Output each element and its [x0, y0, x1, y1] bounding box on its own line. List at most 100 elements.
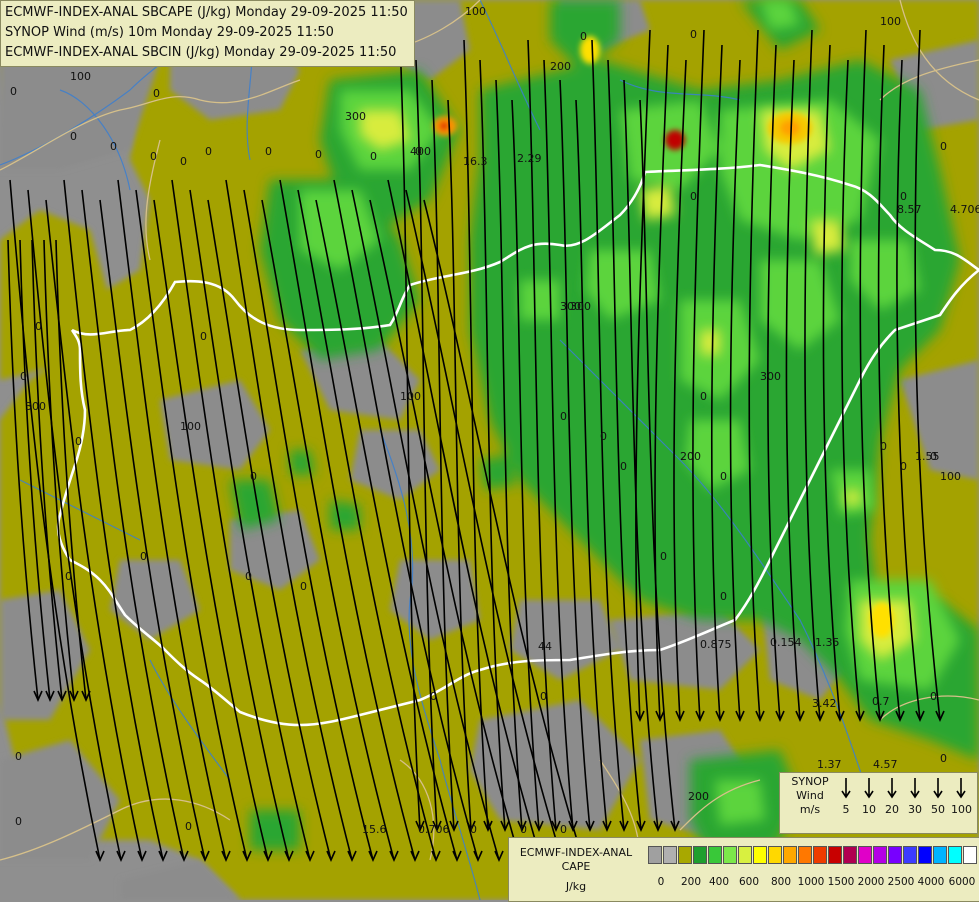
weather-map[interactable]: 1001001000 00 0 0 0 016.3 2.290 020030030040000…: [0, 0, 979, 900]
map-value-label: 100: [465, 5, 486, 18]
map-value-label: 0: [470, 823, 477, 836]
map-value-label: 4.706: [950, 203, 979, 216]
map-value-label: 0.875: [700, 638, 732, 651]
map-value-label: 0: [265, 145, 272, 158]
map-value-label: 100: [880, 15, 901, 28]
map-value-label: 4.57: [873, 758, 898, 771]
map-value-label: 0: [720, 590, 727, 603]
map-value-label: 0: [245, 570, 252, 583]
wind-legend-label: SYNOP Wind m/s: [791, 775, 829, 816]
cape-legend-tick: 0: [657, 876, 665, 888]
wind-legend-speed: 5: [842, 803, 850, 816]
map-value-label: 0: [430, 690, 437, 703]
wind-legend-speed: 100: [951, 803, 972, 816]
title-line-cin: ECMWF-INDEX-ANAL SBCIN (J/kg) Monday 29-…: [5, 45, 397, 60]
map-value-label: 0: [35, 320, 42, 333]
cape-legend-tick: 600: [738, 876, 760, 888]
map-value-label: 0: [15, 815, 22, 828]
cape-legend-swatch: [933, 846, 947, 864]
wind-legend-speed: 30: [908, 803, 922, 816]
map-value-label: 0: [560, 410, 567, 423]
map-value-label: 100: [940, 470, 961, 483]
map-value-label: 8.57: [897, 203, 922, 216]
map-value-label: 300: [25, 400, 46, 413]
cape-legend-swatch: [663, 846, 677, 864]
wind-legend-arrow: 50: [928, 777, 948, 816]
cape-legend-swatch: [873, 846, 887, 864]
map-value-label: 1.37: [817, 758, 842, 771]
map-value-label: 44: [538, 640, 552, 653]
map-value-label: 3.42: [812, 697, 837, 710]
cape-legend-tick: 1000: [797, 876, 825, 888]
cape-legend-swatch: [813, 846, 827, 864]
map-value-label: 400: [410, 145, 431, 158]
cape-legend-tick: 200: [680, 876, 702, 888]
map-value-label: 0: [700, 390, 707, 403]
wind-legend-arrow: 30: [905, 777, 925, 816]
cape-legend-swatch: [843, 846, 857, 864]
map-value-label: 0: [75, 435, 82, 448]
wind-legend-speed: 20: [885, 803, 899, 816]
map-value-label: 0: [720, 470, 727, 483]
cape-legend-swatch: [963, 846, 977, 864]
map-value-label: 0: [315, 148, 322, 161]
map-title-box: ECMWF-INDEX-ANAL SBCAPE (J/kg) Monday 29…: [0, 0, 415, 67]
map-value-label: 100: [400, 390, 421, 403]
map-value-label: 0: [150, 150, 157, 163]
cape-legend-tick: 800: [770, 876, 792, 888]
map-value-label: 0: [205, 145, 212, 158]
map-value-label: 200: [680, 450, 701, 463]
map-value-label: 100: [180, 420, 201, 433]
map-value-label: 0: [540, 690, 547, 703]
cape-legend-swatch: [948, 846, 962, 864]
map-value-label: 0: [900, 460, 907, 473]
map-value-label: 0: [10, 85, 17, 98]
wind-legend: SYNOP Wind m/s 5 10 20 30 50 100: [779, 772, 978, 834]
map-value-label: 1.55: [915, 450, 940, 463]
title-line-wind: SYNOP Wind (m/s) 10m Monday 29-09-2025 1…: [5, 25, 334, 40]
map-value-label: 0.154: [770, 636, 802, 649]
wind-legend-arrow: 5: [836, 777, 856, 816]
map-value-label: 0: [15, 750, 22, 763]
map-value-label: 0: [153, 87, 160, 100]
cape-legend-swatch: [678, 846, 692, 864]
map-value-label: 1.35: [815, 636, 840, 649]
cape-legend-swatch: [738, 846, 752, 864]
map-value-label: 300: [760, 370, 781, 383]
map-value-label: 0.706: [418, 823, 450, 836]
cape-legend-swatch: [858, 846, 872, 864]
cape-legend-swatch: [918, 846, 932, 864]
map-value-label: 0: [20, 370, 27, 383]
map-value-label: 0: [370, 150, 377, 163]
wind-legend-speed: 50: [931, 803, 945, 816]
map-value-label: 300: [345, 110, 366, 123]
map-value-label: 0: [180, 155, 187, 168]
map-value-label: 16.3: [463, 155, 488, 168]
map-value-label: 0: [690, 190, 697, 203]
map-value-label: 200: [688, 790, 709, 803]
map-value-label: 0: [70, 130, 77, 143]
cape-legend-swatch: [828, 846, 842, 864]
cape-legend-label: ECMWF-INDEX-ANAL CAPE J/kg: [519, 846, 633, 893]
cape-legend-swatch: [798, 846, 812, 864]
map-value-label: 0: [580, 30, 587, 43]
map-value-label: 300: [570, 300, 591, 313]
map-value-label: 0: [520, 823, 527, 836]
wind-legend-arrow: 20: [882, 777, 902, 816]
map-value-label: 0: [185, 820, 192, 833]
cape-legend: ECMWF-INDEX-ANAL CAPE J/kg 0 200 400 600 800…: [508, 837, 979, 902]
map-value-label: 0: [660, 550, 667, 563]
cape-legend-swatch: [648, 846, 662, 864]
cape-legend-swatch: [903, 846, 917, 864]
cape-legend-swatch: [723, 846, 737, 864]
cape-legend-tick: 1500: [827, 876, 855, 888]
title-line-cape: ECMWF-INDEX-ANAL SBCAPE (J/kg) Monday 29…: [5, 5, 408, 20]
cape-legend-swatch: [768, 846, 782, 864]
cape-legend-swatch: [753, 846, 767, 864]
wind-legend-arrow: 10: [859, 777, 879, 816]
map-value-label: 0: [200, 330, 207, 343]
map-value-label: 2.29: [517, 152, 542, 165]
map-value-label: 15.6: [362, 823, 387, 836]
cape-legend-tick: 2000: [857, 876, 885, 888]
wind-legend-speed: 10: [862, 803, 876, 816]
